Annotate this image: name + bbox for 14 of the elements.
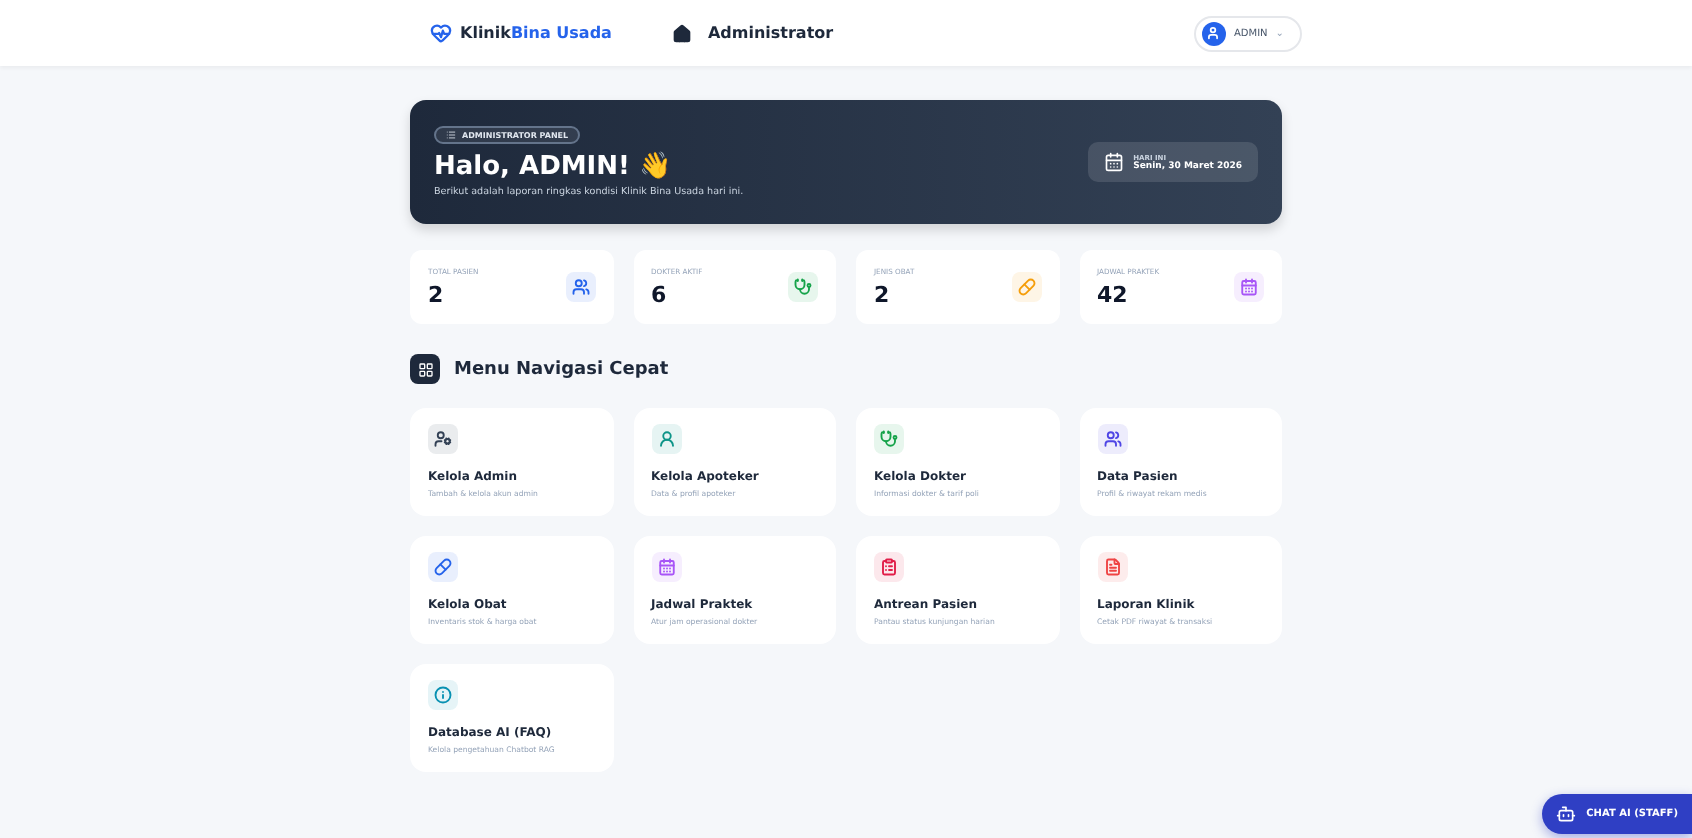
greeting: Halo, ADMIN! 👋 [434, 150, 673, 182]
grid-icon [410, 354, 440, 384]
page-title: Administrator [707, 24, 834, 42]
calendar-icon [1103, 152, 1124, 172]
section-title: Menu Navigasi Cepat [454, 359, 669, 379]
home-icon [671, 23, 692, 43]
stat-value: 2 [874, 281, 892, 307]
stat-value: 42 [1097, 281, 1130, 307]
brand-name: KlinikBina Usada [460, 24, 612, 42]
user-avatar-icon [1201, 21, 1226, 45]
stat-value: 6 [651, 281, 669, 307]
robot-icon [1556, 804, 1577, 824]
stat-value: 2 [428, 281, 446, 307]
heart-logo-icon [430, 22, 452, 44]
